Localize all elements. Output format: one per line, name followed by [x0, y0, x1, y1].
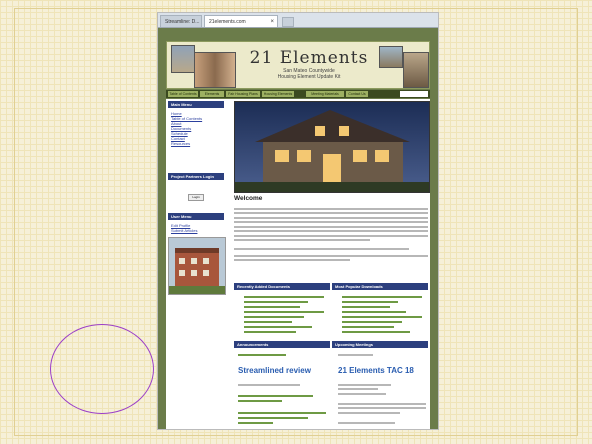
new-tab-button[interactable]: [282, 17, 294, 27]
announcement-body: [238, 381, 326, 429]
announcements-header: Announcements: [234, 341, 330, 348]
welcome-text: [234, 252, 428, 264]
welcome-text: [234, 205, 428, 244]
meeting-headline[interactable]: 21 Elements TAC 18: [338, 366, 414, 375]
sidebar-link[interactable]: Resources: [168, 141, 224, 146]
main-menu: Main Menu Home Table of Contents About D…: [168, 101, 224, 146]
header-photo: [403, 52, 429, 88]
tab-label: 21elements.com: [209, 19, 246, 25]
nav-item[interactable]: Elements: [200, 91, 224, 97]
header-photo: [379, 46, 403, 68]
popular-downloads-list: [342, 293, 422, 336]
browser-tab-active[interactable]: 21elements.com ×: [204, 15, 278, 27]
sidebar-link[interactable]: Submit Articles: [168, 228, 224, 233]
nav-item[interactable]: Contact Us: [346, 91, 368, 97]
building-photo: [168, 237, 226, 295]
site-nav: Table of Contents Elements Fair Housing …: [166, 90, 430, 98]
browser-tab-bar: Streamline: D... 21elements.com ×: [158, 13, 438, 28]
site-subtitle: Housing Element Update Kit: [277, 74, 341, 80]
nav-item[interactable]: Table of Contents: [168, 91, 198, 97]
nav-item[interactable]: Fair Housing Plans: [226, 91, 260, 97]
search-input[interactable]: [400, 91, 428, 97]
meetings-header: Upcoming Meetings: [332, 341, 428, 348]
main-menu-title: Main Menu: [168, 101, 224, 108]
recent-docs-header: Recently Added Documents: [234, 283, 330, 290]
annotation-circle: [50, 324, 154, 414]
user-menu-title: User Menu: [168, 213, 224, 220]
login-button[interactable]: Login: [188, 194, 204, 201]
welcome-heading: Welcome: [234, 195, 263, 202]
browser-tab[interactable]: Streamline: D...: [160, 15, 202, 27]
partners-login-title: Project Partners Login: [168, 173, 224, 180]
hero-house-photo: [234, 101, 430, 193]
header-photo: [171, 45, 195, 73]
announcement-meta: [238, 351, 326, 359]
tab-label: Streamline: D...: [165, 19, 200, 25]
site-title: 21 Elements: [249, 48, 369, 68]
user-menu: User Menu Edit Profile Submit Articles: [168, 213, 224, 233]
close-icon[interactable]: ×: [270, 16, 274, 27]
page-content: Main Menu Home Table of Contents About D…: [166, 99, 430, 429]
welcome-text: [234, 245, 428, 252]
nav-item[interactable]: Housing Elements: [262, 91, 294, 97]
browser-screenshot: Streamline: D... 21elements.com × 21 Ele…: [157, 12, 439, 430]
partners-login: Project Partners Login Login: [168, 173, 224, 201]
site-branding: 21 Elements San Mateo Countywide Housing…: [239, 48, 379, 80]
site-header: 21 Elements San Mateo Countywide Housing…: [166, 41, 430, 89]
announcement-headline[interactable]: Streamlined review: [238, 366, 311, 375]
nav-item[interactable]: Meeting Materials: [306, 91, 344, 97]
meeting-meta: [338, 351, 426, 358]
header-photo-people: [194, 52, 236, 88]
popular-downloads-header: Most Popular Downloads: [332, 283, 428, 290]
meeting-details: [338, 381, 426, 426]
recent-docs-list: [244, 293, 324, 336]
